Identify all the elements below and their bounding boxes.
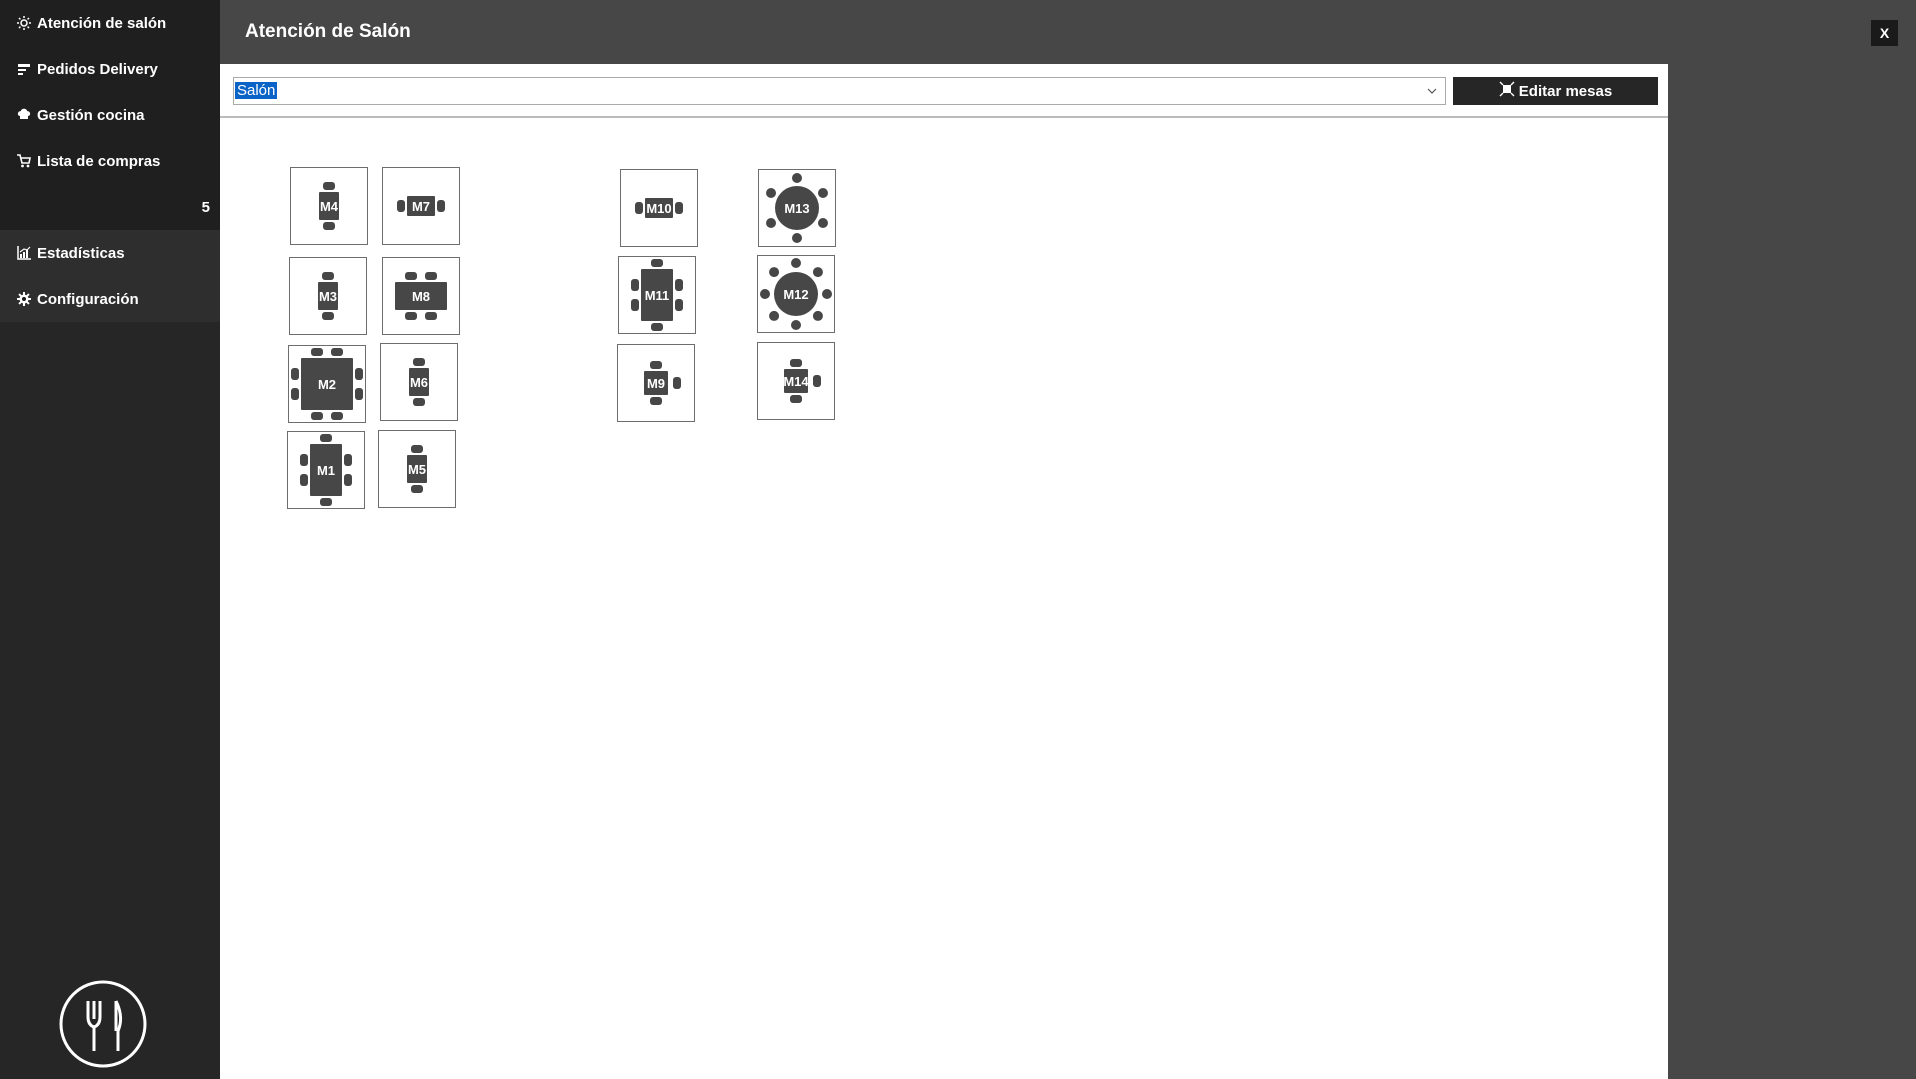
table-m4[interactable]: M4: [290, 167, 368, 245]
table-label: M5: [407, 461, 427, 477]
table-label: M2: [317, 376, 337, 392]
delivery-icon: [15, 62, 33, 76]
table-m12[interactable]: M12: [757, 255, 835, 333]
table-m8[interactable]: M8: [382, 257, 460, 335]
table-m9[interactable]: M9: [617, 344, 695, 422]
sidebar-item-estadisticas[interactable]: Estadísticas: [0, 230, 220, 276]
sidebar-item-label: Gestión cocina: [37, 106, 145, 124]
table-label: M11: [644, 287, 670, 303]
sidebar: Atención de salón Pedidos Delivery Gesti…: [0, 0, 220, 1079]
table-label: M10: [646, 200, 672, 216]
table-m10[interactable]: M10: [620, 169, 698, 247]
pending-count: 5: [0, 184, 220, 230]
sidebar-item-label: Configuración: [37, 290, 139, 308]
table-label: M14: [783, 373, 809, 389]
table-label: M3: [318, 288, 338, 304]
area-select[interactable]: Salón: [233, 77, 1446, 105]
table-label: M1: [316, 462, 336, 478]
toolbar: Salón Editar mesas: [220, 64, 1668, 118]
header: Atención de Salón X: [220, 0, 1916, 64]
table-m5[interactable]: M5: [378, 430, 456, 508]
table-m13[interactable]: M13: [758, 169, 836, 247]
table-label: M8: [411, 288, 431, 304]
sidebar-item-label: Atención de salón: [37, 14, 167, 32]
right-gutter: [1668, 64, 1916, 1079]
table-m1[interactable]: M1: [287, 431, 365, 509]
restaurant-logo-icon: [58, 979, 148, 1069]
salon-panel: Salón Editar mesas M4 M7 M3 M8 M2 M6 M1 …: [220, 64, 1668, 1079]
table-m2[interactable]: M2: [288, 345, 366, 423]
sidebar-item-label: Pedidos Delivery: [37, 60, 158, 78]
sidebar-item-pedidos-delivery[interactable]: Pedidos Delivery: [0, 46, 220, 92]
edit-tables-button[interactable]: Editar mesas: [1453, 77, 1658, 105]
area-select-value: Salón: [235, 82, 278, 99]
table-label: M7: [411, 198, 431, 214]
table-label: M6: [409, 374, 429, 390]
table-label: M12: [783, 286, 809, 302]
edit-tables-icon: [1499, 81, 1519, 101]
sidebar-item-label: Estadísticas: [37, 244, 125, 262]
sidebar-item-configuracion[interactable]: Configuración: [0, 276, 220, 322]
table-label: M9: [646, 375, 666, 391]
cart-icon: [15, 154, 33, 168]
table-m7[interactable]: M7: [382, 167, 460, 245]
sidebar-item-atencion-salon[interactable]: Atención de salón: [0, 0, 220, 46]
sidebar-item-label: Lista de compras: [37, 152, 161, 170]
table-m3[interactable]: M3: [289, 257, 367, 335]
chevron-down-icon: [1425, 84, 1439, 98]
sidebar-item-gestion-cocina[interactable]: Gestión cocina: [0, 92, 220, 138]
gear-icon: [15, 292, 33, 306]
chart-icon: [15, 246, 33, 260]
table-m6[interactable]: M6: [380, 343, 458, 421]
table-m11[interactable]: M11: [618, 256, 696, 334]
page-title: Atención de Salón: [245, 21, 411, 42]
table-label: M13: [784, 200, 810, 216]
table-m14[interactable]: M14: [757, 342, 835, 420]
sun-icon: [15, 16, 33, 30]
chef-hat-icon: [15, 108, 33, 122]
table-label: M4: [319, 198, 339, 214]
edit-tables-label: Editar mesas: [1518, 82, 1613, 100]
sidebar-item-lista-compras[interactable]: Lista de compras: [0, 138, 220, 184]
close-button[interactable]: X: [1871, 20, 1898, 46]
